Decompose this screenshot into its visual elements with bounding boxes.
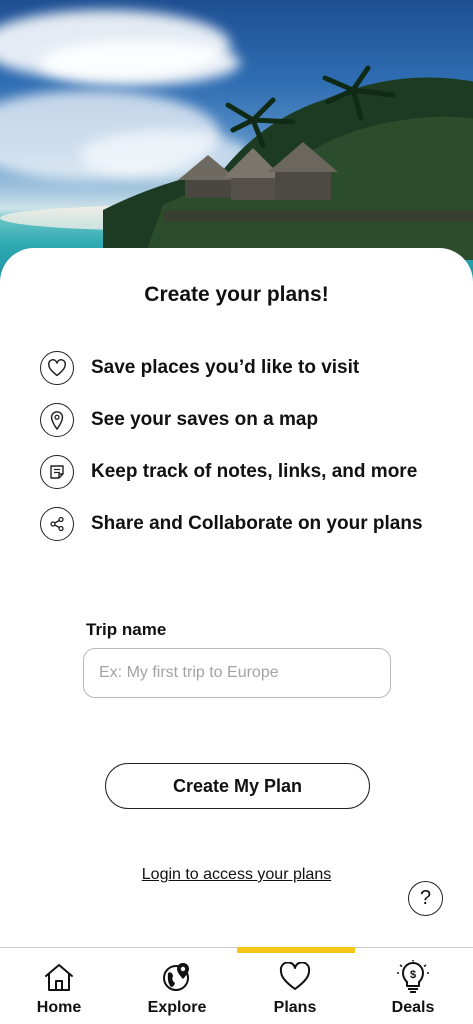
feature-notes: Keep track of notes, links, and more bbox=[40, 454, 417, 490]
page-title: Create your plans! bbox=[144, 283, 329, 306]
login-link[interactable]: Login to access your plans bbox=[0, 866, 473, 884]
hero-image bbox=[0, 0, 473, 290]
nav-label: Plans bbox=[273, 999, 317, 1016]
map-pin-icon bbox=[40, 403, 74, 437]
bottom-nav: Home Explore Plans $ Deals bbox=[0, 947, 473, 1024]
nav-label: Home bbox=[36, 999, 82, 1016]
home-icon bbox=[42, 960, 76, 994]
feature-text: See your saves on a map bbox=[91, 409, 319, 430]
feature-text: Keep track of notes, links, and more bbox=[91, 461, 418, 482]
nav-label: Explore bbox=[147, 999, 207, 1016]
feature-text: Save places you’d like to visit bbox=[91, 357, 360, 378]
question-mark-icon: ? bbox=[419, 887, 432, 909]
feature-save-places: Save places you’d like to visit bbox=[40, 350, 359, 386]
nav-plans[interactable]: Plans bbox=[236, 948, 354, 1024]
trip-name-label: Trip name bbox=[86, 620, 167, 639]
nav-label: Deals bbox=[391, 999, 435, 1016]
feature-text: Share and Collaborate on your plans bbox=[91, 513, 423, 534]
create-plan-button[interactable]: Create My Plan bbox=[105, 763, 370, 809]
lightbulb-dollar-icon: $ bbox=[396, 960, 430, 994]
trip-name-input[interactable] bbox=[83, 648, 391, 698]
feature-map: See your saves on a map bbox=[40, 402, 318, 438]
nav-deals[interactable]: $ Deals bbox=[354, 948, 472, 1024]
help-button[interactable]: ? bbox=[408, 881, 443, 916]
svg-text:$: $ bbox=[410, 969, 416, 981]
share-icon bbox=[40, 507, 74, 541]
heart-icon bbox=[278, 960, 312, 994]
nav-home[interactable]: Home bbox=[0, 948, 118, 1024]
island-illustration bbox=[103, 65, 473, 260]
heart-icon bbox=[40, 351, 74, 385]
globe-pin-icon bbox=[160, 960, 194, 994]
note-icon bbox=[40, 455, 74, 489]
feature-share: Share and Collaborate on your plans bbox=[40, 506, 423, 542]
nav-explore[interactable]: Explore bbox=[118, 948, 236, 1024]
